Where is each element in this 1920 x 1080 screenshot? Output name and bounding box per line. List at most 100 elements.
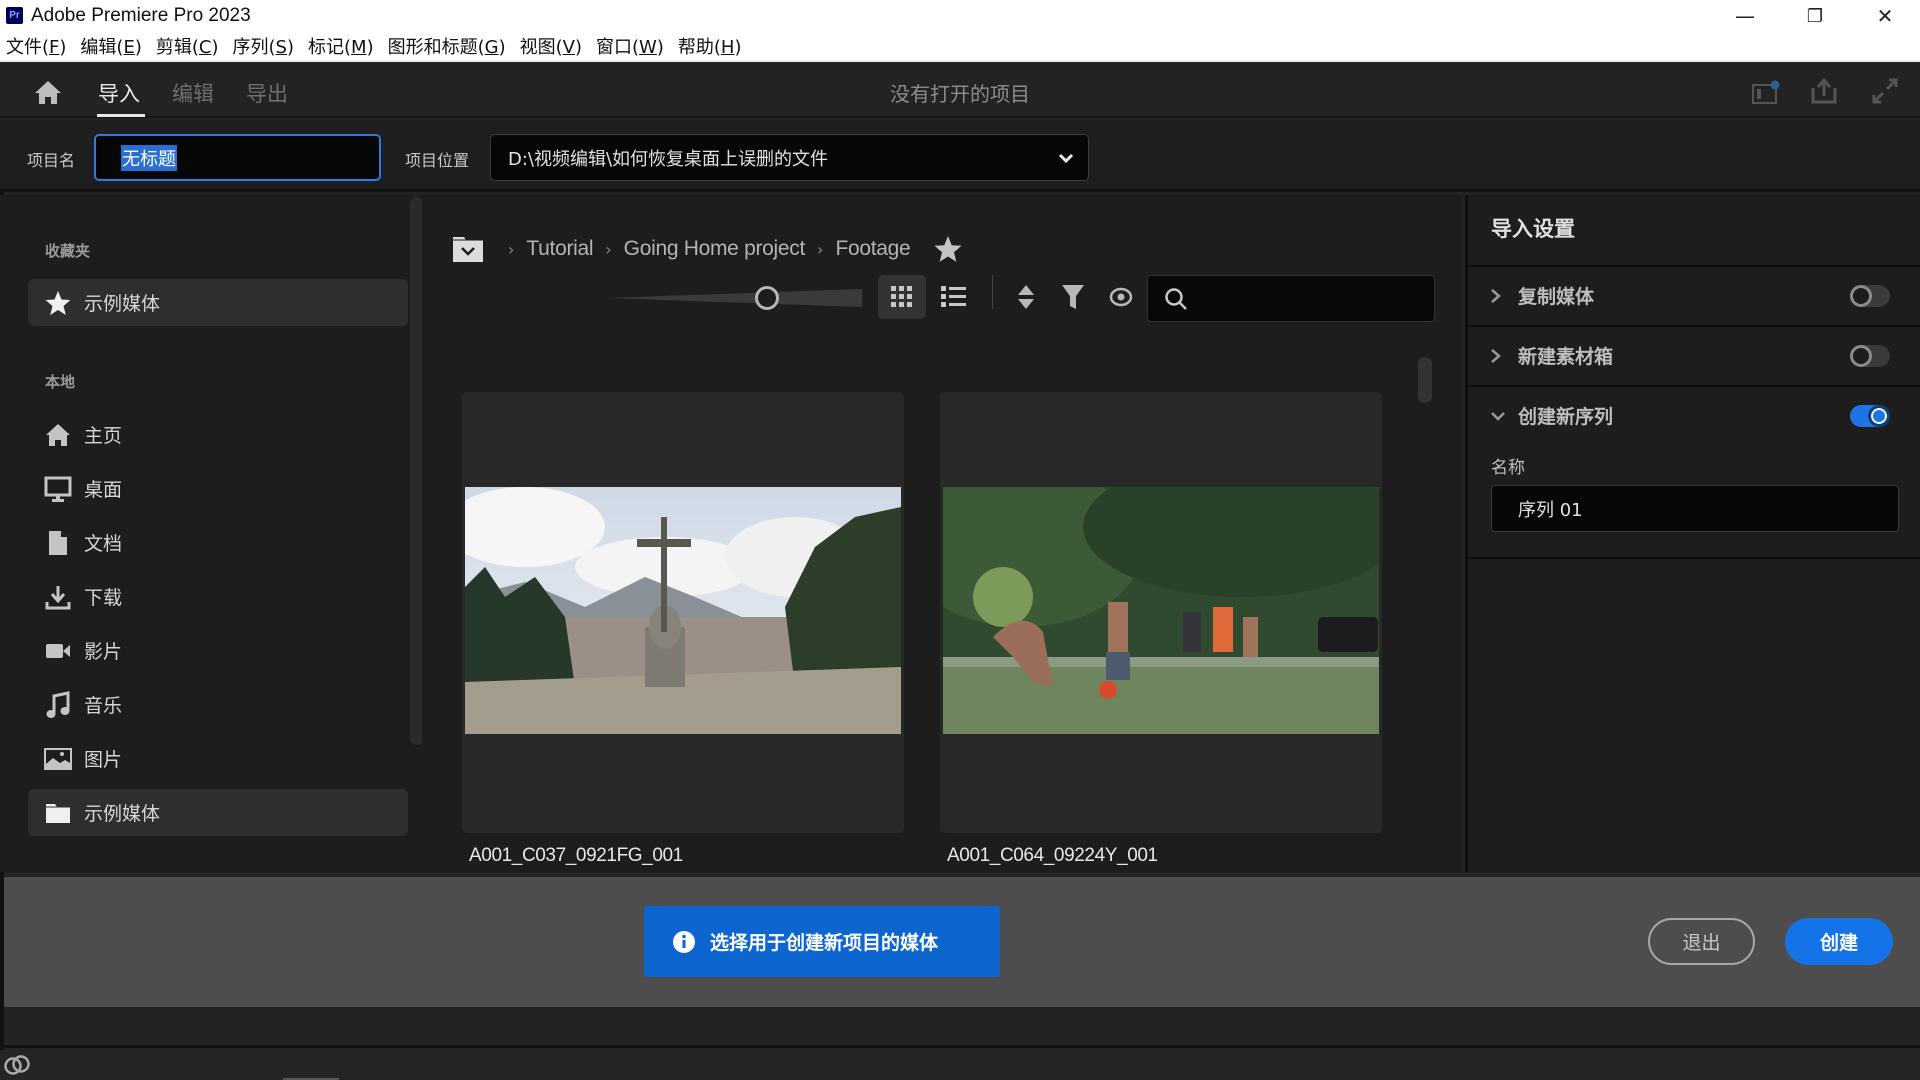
- copy-media-label: 复制媒体: [1518, 286, 1595, 308]
- sidebar-item-documents[interactable]: 文档: [28, 519, 408, 566]
- new-bin-row[interactable]: 新建素材箱: [1468, 325, 1920, 384]
- panel-footer: [4, 1007, 1920, 1048]
- sidebar-item-label: 下载: [84, 587, 123, 609]
- sequence-name-input[interactable]: 序列 01: [1491, 485, 1899, 532]
- fullscreen-button[interactable]: [1872, 78, 1898, 108]
- preview-toggle-button[interactable]: [1101, 275, 1141, 319]
- chevron-right-icon: [1490, 288, 1518, 304]
- media-card-name: A001_C037_0921FG_001: [469, 845, 683, 866]
- download-icon: [44, 583, 72, 611]
- filter-button[interactable]: [1053, 275, 1093, 319]
- sidebar-item-label: 桌面: [84, 479, 123, 501]
- chevron-right-icon: [1490, 348, 1518, 364]
- folder-dropdown-icon: [453, 237, 483, 262]
- import-settings-title: 导入设置: [1491, 217, 1575, 241]
- sidebar-item-movies[interactable]: 影片: [28, 627, 408, 674]
- sidebar-item-home[interactable]: 主页: [28, 411, 408, 458]
- import-settings-panel: 导入设置 复制媒体 新建素材箱 创建新序列 名称 序列 01: [1465, 195, 1920, 872]
- info-message: 选择用于创建新项目的媒体: [644, 906, 1000, 977]
- search-icon: [1165, 287, 1187, 310]
- search-input[interactable]: [1147, 275, 1435, 322]
- restore-button[interactable]: ❐: [1780, 0, 1850, 32]
- minimize-button[interactable]: —: [1710, 0, 1780, 32]
- folder-dropdown-button[interactable]: [452, 235, 484, 263]
- menu-bar: 文件(F) 编辑(E) 剪辑(C) 序列(S) 标记(M) 图形和标题(G) 视图(V) 窗口…: [0, 32, 1920, 62]
- creative-cloud-button[interactable]: [4, 1054, 30, 1080]
- project-name-value: 无标题: [121, 144, 177, 171]
- sidebar-item-sample-media[interactable]: 示例媒体: [28, 789, 408, 836]
- menu-item-s[interactable]: 序列(S): [233, 33, 295, 59]
- menu-item-h[interactable]: 帮助(H): [678, 33, 742, 59]
- menu-item-v[interactable]: 视图(V): [520, 33, 582, 59]
- menu-item-f[interactable]: 文件(F): [6, 33, 66, 59]
- sidebar-item-downloads[interactable]: 下载: [28, 573, 408, 620]
- menu-item-m[interactable]: 标记(M): [308, 33, 374, 59]
- sidebar-item-music[interactable]: 音乐: [28, 681, 408, 728]
- chevron-down-icon: [1058, 153, 1074, 163]
- favorite-button[interactable]: [934, 235, 962, 263]
- grid-view-button[interactable]: [878, 275, 926, 319]
- chevron-right-icon: ›: [817, 239, 824, 259]
- new-bin-toggle[interactable]: [1850, 344, 1890, 367]
- share-button[interactable]: [1811, 77, 1837, 108]
- thumbnail-kids-playing-soccer: [943, 487, 1379, 734]
- star-icon: [44, 289, 72, 317]
- slider-track: [607, 289, 862, 307]
- workspace-header: 导入 编辑 导出 没有打开的项目: [0, 64, 1920, 118]
- copy-media-toggle[interactable]: [1850, 284, 1890, 307]
- menu-item-c[interactable]: 剪辑(C): [156, 33, 219, 59]
- divider: [1468, 557, 1920, 559]
- media-card[interactable]: [462, 392, 904, 833]
- breadcrumb: › Tutorial › Going Home project › Footag…: [452, 231, 962, 267]
- sidebar-item-desktop[interactable]: 桌面: [28, 465, 408, 512]
- create-sequence-label: 创建新序列: [1518, 406, 1614, 428]
- thumbnail-size-slider[interactable]: [607, 285, 862, 310]
- breadcrumb-footage[interactable]: Footage: [835, 237, 910, 261]
- premiere-logo-icon: Pr: [6, 7, 23, 24]
- menu-item-w[interactable]: 窗口(W): [596, 33, 664, 59]
- create-sequence-toggle[interactable]: [1850, 404, 1890, 427]
- breadcrumb-tutorial[interactable]: Tutorial: [526, 237, 593, 261]
- media-card[interactable]: [940, 392, 1382, 833]
- project-settings-row: 项目名 无标题 项目位置 D:\视频编辑\如何恢复桌面上误删的文件: [0, 120, 1920, 192]
- close-icon: ✕: [1876, 4, 1894, 28]
- toolbar-divider: [992, 275, 993, 309]
- home-icon: [44, 421, 72, 449]
- chevron-right-icon: ›: [605, 239, 612, 259]
- sort-icon: [1018, 285, 1034, 309]
- menu-item-g[interactable]: 图形和标题(G): [388, 33, 506, 59]
- media-grid-scrollbar[interactable]: [1418, 357, 1432, 403]
- sidebar-item-label: 主页: [84, 425, 123, 447]
- chevron-down-icon: [1490, 410, 1518, 422]
- media-browser: › Tutorial › Going Home project › Footag…: [422, 195, 1462, 872]
- close-button[interactable]: ✕: [1850, 0, 1920, 32]
- slider-thumb[interactable]: [754, 286, 779, 310]
- music-icon: [44, 690, 72, 719]
- list-view-button[interactable]: [930, 275, 978, 319]
- project-location-select[interactable]: D:\视频编辑\如何恢复桌面上误删的文件: [490, 134, 1089, 181]
- sort-button[interactable]: [1006, 275, 1046, 319]
- sidebar-item-label: 音乐: [84, 695, 123, 717]
- list-icon: [941, 286, 966, 307]
- create-sequence-row[interactable]: 创建新序列: [1468, 385, 1920, 444]
- project-name-label: 项目名: [27, 151, 76, 170]
- quit-button[interactable]: 退出: [1648, 918, 1755, 965]
- action-bar: 选择用于创建新项目的媒体 退出 创建: [4, 877, 1920, 1007]
- creative-cloud-icon: [4, 1055, 30, 1075]
- menu-item-e[interactable]: 编辑(E): [80, 33, 141, 59]
- window-title: Adobe Premiere Pro 2023: [31, 5, 251, 26]
- copy-media-row[interactable]: 复制媒体: [1468, 265, 1920, 324]
- sidebar-item-label: 文档: [84, 533, 123, 555]
- active-tab-indicator: [97, 114, 145, 117]
- info-icon: [673, 930, 695, 953]
- quick-export-icon: [1752, 80, 1780, 104]
- folder-icon: [44, 799, 72, 827]
- sidebar-item-favorite-sample-media[interactable]: 示例媒体: [28, 279, 408, 326]
- sidebar-item-pictures[interactable]: 图片: [28, 735, 408, 782]
- project-name-input[interactable]: 无标题: [94, 134, 381, 181]
- quick-export-button[interactable]: [1752, 80, 1780, 108]
- create-button[interactable]: 创建: [1785, 918, 1893, 965]
- sequence-name-label: 名称: [1491, 458, 1525, 478]
- breadcrumb-going-home-project[interactable]: Going Home project: [624, 237, 806, 261]
- new-bin-label: 新建素材箱: [1518, 346, 1614, 368]
